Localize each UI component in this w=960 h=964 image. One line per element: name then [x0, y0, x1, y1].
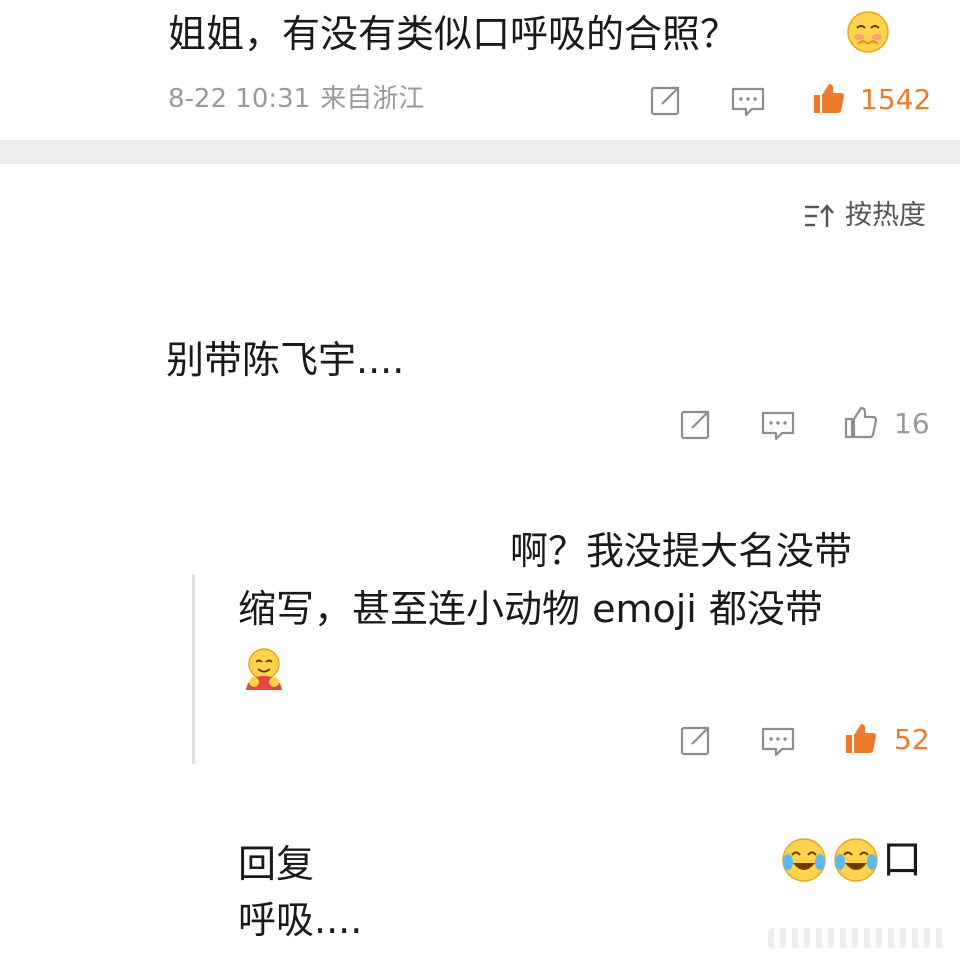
reply-text: 啊？我没提大名没带 缩写，甚至连小动物 emoji 都没带	[238, 522, 928, 638]
laugh-cry-emoji-icon	[782, 838, 826, 882]
subreply-text: 回复 呼吸....	[238, 836, 362, 948]
comment-icon[interactable]	[760, 408, 796, 444]
comment-text: 别带陈飞宇....	[166, 338, 405, 382]
reply-line-1: 啊？我没提大名没带	[510, 529, 853, 573]
sort-toggle[interactable]: 按热度	[803, 196, 926, 236]
shy-face-emoji-icon	[847, 11, 889, 53]
subreply-line-2: 呼吸....	[238, 898, 363, 942]
comment-icon[interactable]	[730, 84, 766, 120]
like-icon[interactable]	[810, 80, 846, 116]
post-source: 来自浙江	[320, 84, 425, 114]
share-icon[interactable]	[648, 82, 684, 118]
thread-line	[192, 574, 195, 764]
comment-icon[interactable]	[760, 724, 796, 760]
reply-like-count: 52	[894, 723, 930, 756]
post-meta: 8-22 10:31 来自浙江	[168, 82, 424, 116]
like-icon[interactable]	[842, 404, 878, 440]
subreply-trailing-char: 口	[882, 837, 922, 883]
sort-icon	[805, 204, 834, 227]
hug-face-emoji-icon	[246, 648, 282, 690]
post-text: 姐姐，有没有类似口呼吸的合照？	[168, 12, 739, 56]
watermark	[768, 928, 948, 948]
post-like-count: 1542	[860, 83, 932, 116]
share-icon[interactable]	[678, 722, 714, 758]
laugh-cry-emoji-icon	[834, 838, 878, 882]
share-icon[interactable]	[678, 406, 714, 442]
comment-like-count: 16	[894, 407, 930, 440]
sort-label: 按热度	[845, 200, 926, 231]
post-date: 8-22 10:31	[168, 84, 311, 114]
subreply-line-1: 回复	[238, 842, 315, 886]
like-icon[interactable]	[842, 720, 878, 756]
section-divider	[0, 140, 960, 164]
reply-line-2: 缩写，甚至连小动物 emoji 都没带	[238, 587, 823, 631]
